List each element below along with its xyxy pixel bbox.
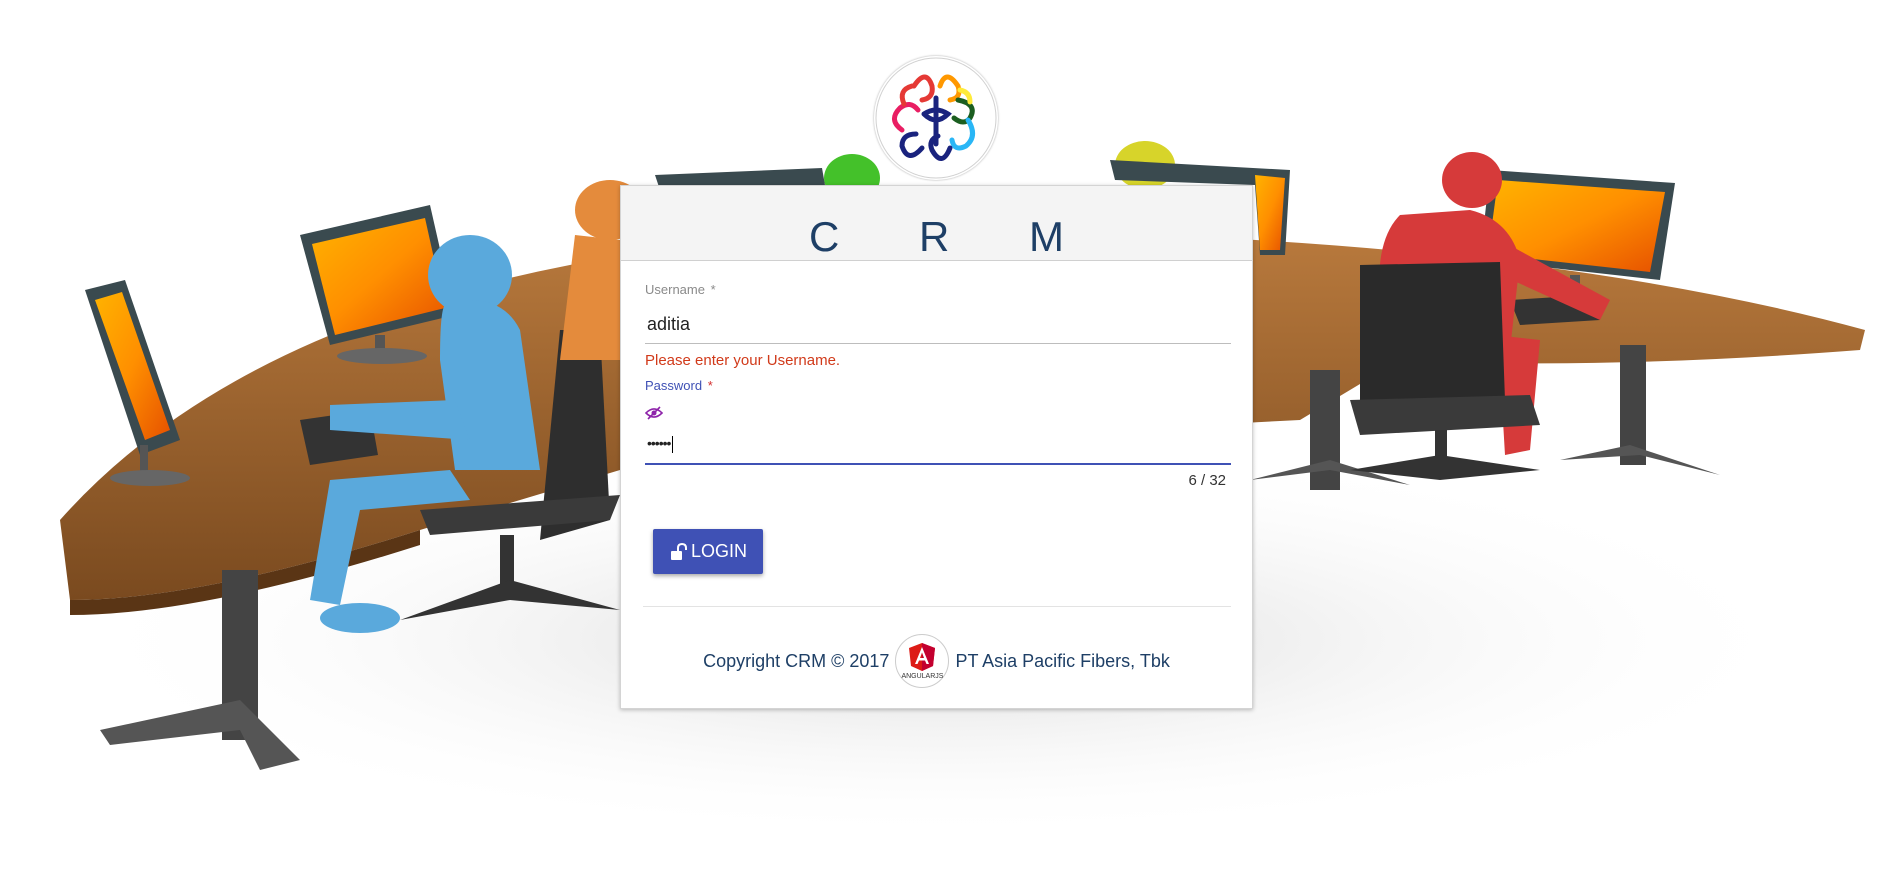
password-underline [645,463,1231,465]
login-button-label: LOGIN [690,541,747,561]
text-caret [672,435,674,453]
username-label-text: Username [645,282,705,297]
password-masked-value: •••••• [647,435,671,451]
footer-divider [643,606,1231,607]
card-header: C R M [621,186,1252,261]
password-label: Password * [645,378,713,393]
username-required-marker: * [710,282,716,297]
password-input[interactable]: •••••• [647,435,674,453]
password-char-counter: 6 / 32 [1188,472,1226,489]
angular-badge: ANGULARJS [895,634,950,688]
colorful-knot-logo-icon [875,57,997,179]
username-underline [645,343,1231,344]
password-label-text: Password [645,378,703,393]
angular-badge-text: ANGULARJS [901,673,944,680]
copyright-text: Copyright CRM © 2017 [703,650,890,671]
login-card: C R M Username * aditia Please enter you… [620,185,1253,709]
login-button[interactable]: LOGIN [653,529,763,574]
password-required-marker: * [707,378,713,393]
app-title: C R M [809,213,1098,260]
username-label: Username * [645,282,716,297]
username-input[interactable]: aditia [647,314,690,335]
username-error-message: Please enter your Username. [645,352,841,369]
company-text: PT Asia Pacific Fibers, Tbk [955,650,1170,671]
unlock-icon [670,542,687,560]
login-page: C R M Username * aditia Please enter you… [0,0,1877,877]
card-footer: Copyright CRM © 2017 ANGULARJS PT Asia P… [621,631,1252,691]
brand-logo [874,56,998,180]
eye-slash-icon[interactable] [645,406,663,420]
angular-icon [909,643,936,671]
